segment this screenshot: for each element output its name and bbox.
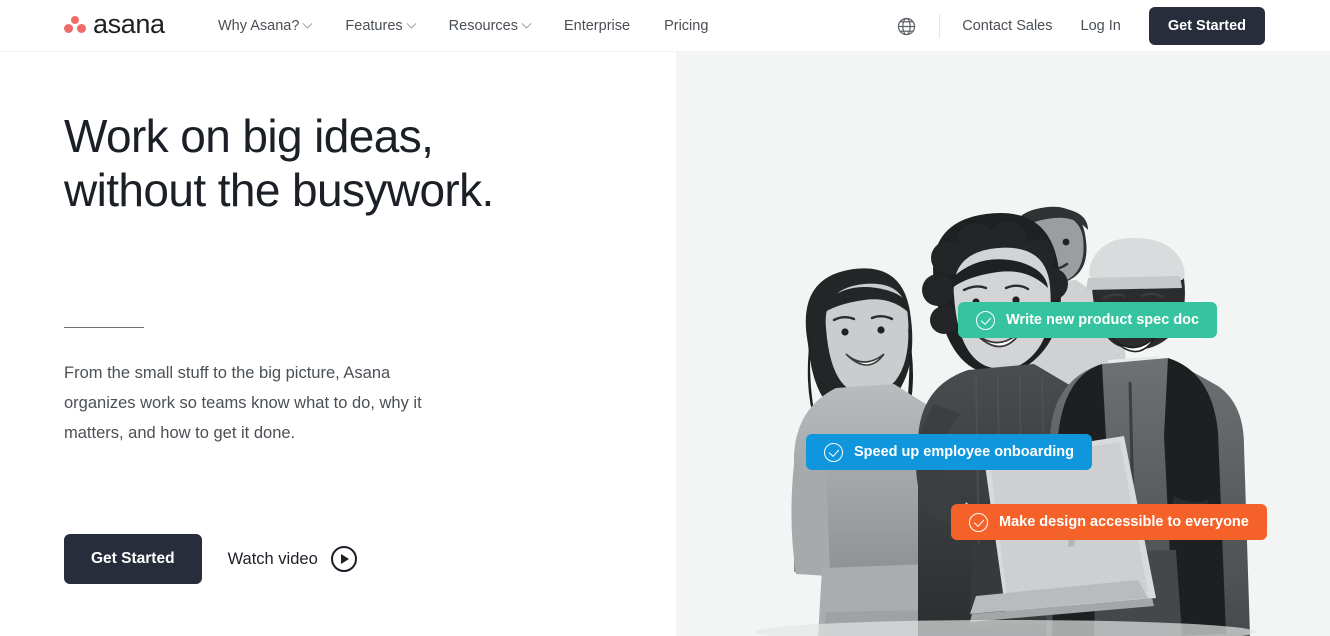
top-navigation-bar: asana Why Asana? Features Resources Ente… [0, 0, 1330, 52]
team-photo [676, 52, 1330, 636]
task-pill-write-new-product-spec-doc[interactable]: Write new product spec doc [958, 302, 1218, 338]
task-pill-speed-up-employee-onboarding[interactable]: Speed up employee onboarding [806, 434, 1092, 470]
check-circle-icon [969, 512, 988, 532]
nav-item-why-asana[interactable]: Why Asana? [218, 18, 313, 34]
primary-nav-links: Why Asana? Features Resources Enterprise… [218, 0, 708, 52]
asana-logo[interactable]: asana [64, 11, 165, 38]
hero-subtext: From the small stuff to the big picture,… [64, 364, 422, 442]
watch-video-label: Watch video [227, 549, 318, 568]
task-pill-label: Speed up employee onboarding [854, 444, 1074, 460]
nav-item-resources[interactable]: Resources [448, 18, 532, 34]
nav-item-enterprise[interactable]: Enterprise [564, 18, 630, 34]
play-circle-icon [330, 546, 357, 572]
nav-right-actions: Contact Sales Log In Get Started [895, 0, 1330, 52]
nav-item-resources-label: Resources [448, 18, 518, 34]
watch-video-button[interactable]: Watch video [228, 546, 357, 572]
check-circle-icon [824, 442, 843, 462]
headline-line-2: without the busywork. [64, 164, 494, 217]
log-in-link[interactable]: Log In [1081, 18, 1121, 34]
hero-get-started-button[interactable]: Get Started [64, 534, 202, 584]
contact-sales-link[interactable]: Contact Sales [962, 18, 1052, 34]
nav-item-pricing-label: Pricing [664, 18, 709, 34]
nav-divider [939, 14, 941, 38]
nav-item-features-label: Features [345, 18, 403, 34]
hero-section: Work on big ideas, without the busywork.… [0, 52, 1330, 636]
chevron-down-icon [521, 18, 532, 29]
nav-item-features[interactable]: Features [345, 18, 417, 34]
nav-get-started-button[interactable]: Get Started [1148, 7, 1265, 45]
globe-icon[interactable] [895, 15, 917, 37]
page-title: Work on big ideas, without the busywork. [64, 109, 624, 218]
asana-logo-dots-icon [64, 15, 86, 35]
nav-item-pricing[interactable]: Pricing [664, 18, 708, 34]
task-pill-label: Make design accessible to everyone [999, 514, 1249, 530]
check-circle-icon [976, 310, 995, 330]
task-pill-make-design-accessible-to-everyone[interactable]: Make design accessible to everyone [951, 504, 1267, 540]
chevron-down-icon [406, 18, 417, 29]
nav-item-enterprise-label: Enterprise [563, 18, 631, 34]
hero-cta-row: Get Started Watch video [64, 534, 357, 584]
asana-logo-wordmark: asana [93, 9, 165, 39]
asana-landing-page: asana Why Asana? Features Resources Ente… [0, 0, 1330, 636]
hero-copy-panel: Work on big ideas, without the busywork.… [0, 52, 676, 636]
nav-item-why-asana-label: Why Asana? [218, 18, 300, 34]
task-pill-label: Write new product spec doc [1006, 312, 1200, 328]
chevron-down-icon [302, 18, 313, 29]
headline-line-1: Work on big ideas, [64, 110, 434, 162]
headline-divider [64, 327, 144, 328]
hero-image-panel: Write new product spec doc Speed up empl… [676, 52, 1330, 636]
